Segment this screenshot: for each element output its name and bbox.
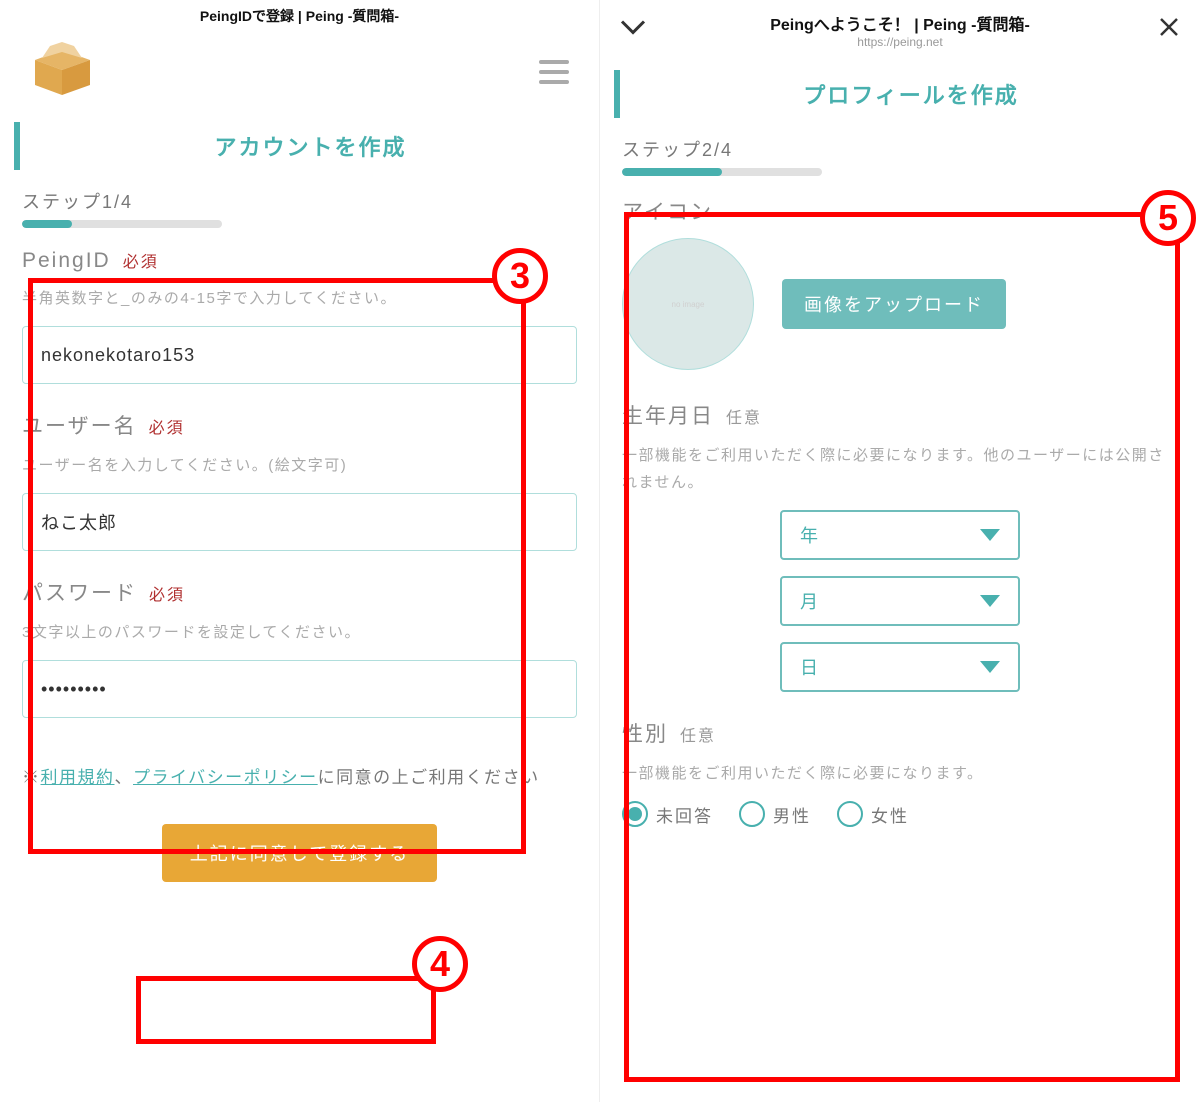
password-input[interactable] (22, 660, 577, 718)
app-bar (0, 32, 599, 112)
day-select[interactable]: 日 (780, 642, 1020, 692)
radio-unanswered[interactable]: 未回答 (622, 801, 713, 827)
day-select-label: 日 (800, 654, 820, 680)
browser-title-block: Peingへようこそ！ | Peing -質問箱- https://peing.… (770, 11, 1030, 49)
browser-page-title: Peingへようこそ！ | Peing -質問箱- (770, 11, 1030, 35)
password-label: パスワード (22, 577, 137, 607)
dropdown-icon (980, 529, 1000, 541)
pane-account-create: PeingIDで登録 | Peing -質問箱- アカウントを作成 ステップ1/… (0, 0, 600, 1102)
field-birthdate: 生年月日 任意 一部機能をご利用いただく際に必要になります。他のユーザーには公開… (622, 400, 1178, 692)
radio-male[interactable]: 男性 (739, 801, 811, 827)
username-label: ユーザー名 (22, 410, 137, 440)
agree-text: ※利用規約、プライバシーポリシーに同意の上ご利用ください (22, 762, 577, 794)
icon-label: アイコン (622, 196, 713, 226)
month-select-label: 月 (800, 588, 820, 614)
terms-link[interactable]: 利用規約 (41, 768, 115, 787)
month-select[interactable]: 月 (780, 576, 1020, 626)
peing-id-label: PeingID (22, 249, 111, 273)
chevron-down-icon[interactable] (620, 20, 646, 41)
privacy-link[interactable]: プライバシーポリシー (133, 768, 318, 787)
gender-label: 性別 (622, 718, 668, 748)
heading-text: アカウントを作成 (36, 130, 585, 162)
section-heading: プロフィールを作成 (614, 70, 1186, 118)
required-tag: 必須 (149, 414, 185, 438)
annotation-box-4 (136, 976, 436, 1044)
radio-icon (837, 801, 863, 827)
field-icon: アイコン no image 画像をアップロード (622, 196, 1178, 370)
field-peing-id: PeingID 必須 半角英数字と_のみの4-15字で入力してください。 (22, 248, 577, 384)
step-label: ステップ2/4 (622, 136, 1178, 162)
peing-id-input[interactable] (22, 326, 577, 384)
close-icon[interactable] (1158, 16, 1180, 44)
upload-image-button[interactable]: 画像をアップロード (782, 279, 1006, 329)
page-title-bar: PeingIDで登録 | Peing -質問箱- (0, 0, 599, 32)
radio-female[interactable]: 女性 (837, 801, 909, 827)
browser-url: https://peing.net (770, 35, 1030, 49)
birth-label: 生年月日 (622, 400, 714, 430)
avatar-placeholder[interactable]: no image (622, 238, 754, 370)
agree-sep: 、 (115, 768, 134, 787)
radio-label: 女性 (871, 802, 909, 827)
radio-icon (739, 801, 765, 827)
heading-text: プロフィールを作成 (636, 78, 1186, 110)
field-password: パスワード 必須 3文字以上のパスワードを設定してください。 (22, 577, 577, 718)
page-title: PeingIDで登録 | Peing -質問箱- (200, 6, 399, 26)
field-gender: 性別 任意 一部機能をご利用いただく際に必要になります。 未回答 男性 女性 (622, 718, 1178, 827)
step-label: ステップ1/4 (22, 188, 577, 214)
section-heading: アカウントを作成 (14, 122, 585, 170)
annotation-circle-4: 4 (412, 936, 468, 992)
birth-help: 一部機能をご利用いただく際に必要になります。他のユーザーには公開されません。 (622, 442, 1178, 496)
step-indicator: ステップ1/4 (0, 188, 599, 228)
year-select-label: 年 (800, 522, 820, 548)
password-help: 3文字以上のパスワードを設定してください。 (22, 619, 577, 646)
username-input[interactable] (22, 493, 577, 551)
gender-help: 一部機能をご利用いただく際に必要になります。 (622, 760, 1178, 787)
radio-label: 男性 (773, 802, 811, 827)
progress-fill (622, 168, 722, 176)
year-select[interactable]: 年 (780, 510, 1020, 560)
agree-suffix: に同意の上ご利用ください (318, 768, 540, 787)
hamburger-menu-icon[interactable] (539, 60, 569, 84)
progress-bar (22, 220, 222, 228)
dropdown-icon (980, 661, 1000, 673)
box-logo-icon (30, 40, 95, 105)
form-region: PeingID 必須 半角英数字と_のみの4-15字で入力してください。 ユーザ… (22, 248, 577, 744)
required-tag: 必須 (123, 248, 159, 272)
submit-wrap: 上記に同意して登録する (0, 824, 599, 882)
required-tag: 必須 (149, 581, 185, 605)
username-help: ユーザー名を入力してください。(絵文字可) (22, 452, 577, 479)
step-indicator: ステップ2/4 (600, 136, 1200, 176)
peing-id-help: 半角英数字と_のみの4-15字で入力してください。 (22, 285, 577, 312)
optional-tag: 任意 (680, 722, 716, 746)
radio-icon (622, 801, 648, 827)
agree-prefix: ※ (22, 768, 41, 787)
gender-radio-group: 未回答 男性 女性 (622, 801, 1178, 827)
progress-bar (622, 168, 822, 176)
submit-button[interactable]: 上記に同意して登録する (162, 824, 437, 882)
optional-tag: 任意 (726, 404, 762, 428)
form-region: アイコン no image 画像をアップロード 生年月日 任意 一部機能をご利用… (622, 196, 1178, 853)
radio-label: 未回答 (656, 802, 713, 827)
field-username: ユーザー名 必須 ユーザー名を入力してください。(絵文字可) (22, 410, 577, 551)
progress-fill (22, 220, 72, 228)
browser-top-bar: Peingへようこそ！ | Peing -質問箱- https://peing.… (600, 0, 1200, 60)
pane-profile-create: Peingへようこそ！ | Peing -質問箱- https://peing.… (600, 0, 1200, 1102)
dropdown-icon (980, 595, 1000, 607)
